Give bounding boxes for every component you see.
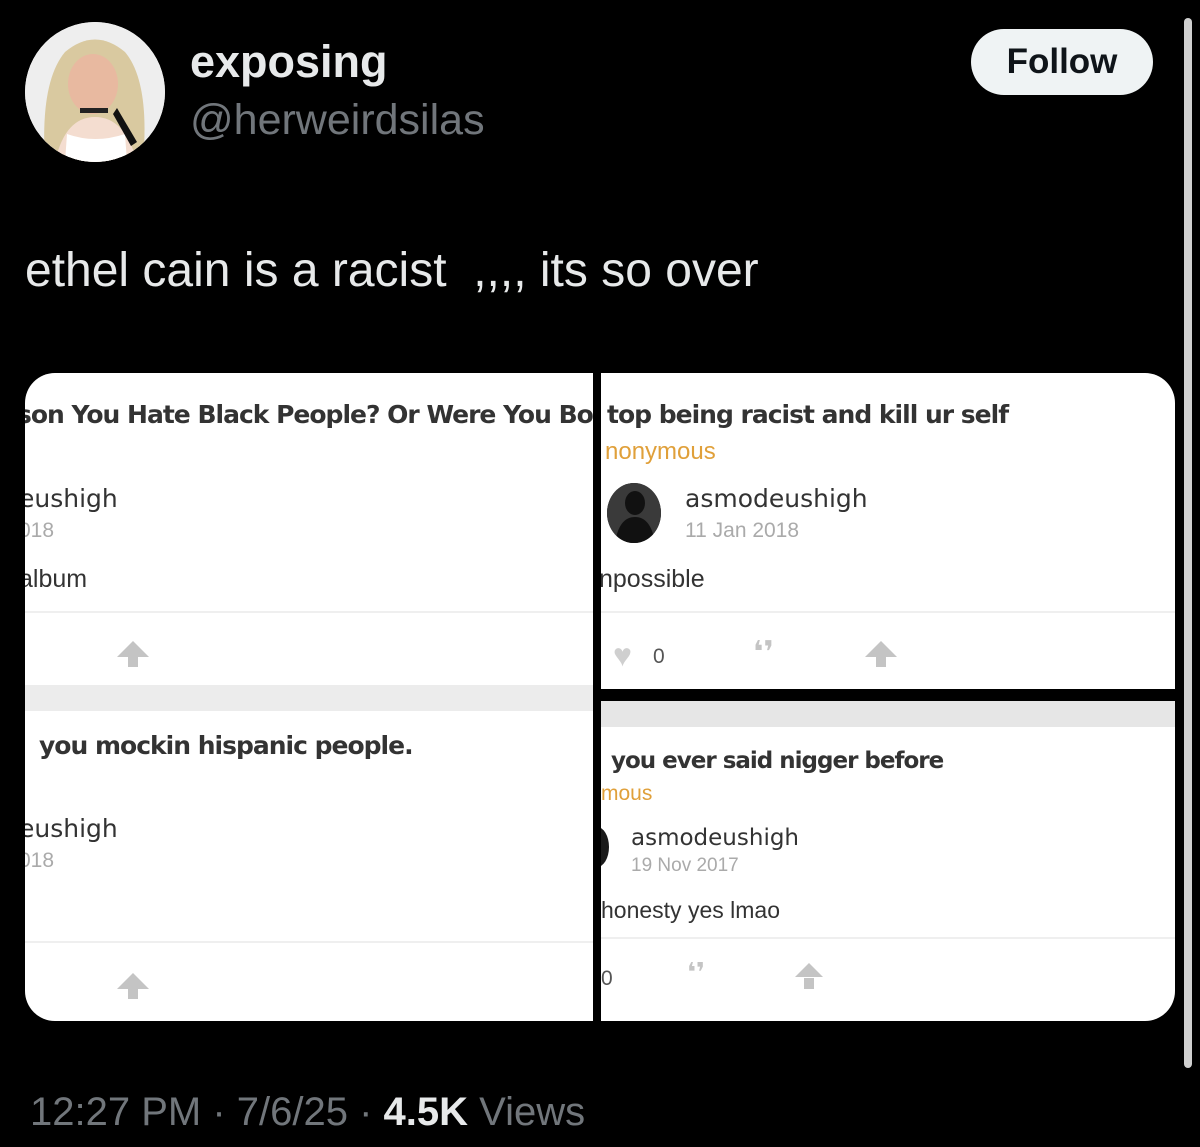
question-text: top being racist and kill ur self [607,400,1009,429]
question-text: you ever said nigger before [611,748,944,774]
views-label: Views [468,1090,586,1134]
divider [601,937,1175,939]
answer-date: 018 [25,849,55,872]
answer-date: 19 Nov 2017 [631,855,739,876]
tweet-date[interactable]: 7/6/25 [237,1090,348,1134]
comment-quote-icon[interactable]: ❛❜ [753,635,774,670]
panel-separator-left [25,685,593,711]
answerer-avatar [601,827,609,867]
share-arrow-icon[interactable] [795,963,823,989]
answer-text: album [25,565,88,593]
answer-date: 11 Jan 2018 [685,519,800,542]
author-handle[interactable]: @herweirdsilas [190,96,485,145]
like-count: 0 [653,645,665,668]
media-divider [593,373,601,1021]
tweet-media-grid[interactable]: son You Hate Black People? Or Were You B… [25,373,1175,1021]
scrollbar[interactable] [1184,18,1192,1068]
answerer-avatar [607,483,661,543]
share-arrow-icon[interactable] [117,641,149,667]
answerer-username: eushigh [25,484,118,513]
share-arrow-icon[interactable] [117,973,149,999]
tweet-text: ethel cain is a racist ,,,, its so over [25,244,759,297]
question-text: you mockin hispanic people. [39,731,414,760]
meta-separator: · [201,1090,237,1134]
like-count: 0 [601,967,613,990]
tweet-meta: 12:27 PM · 7/6/25 · 4.5K Views [30,1090,585,1135]
views-count: 4.5K [383,1090,469,1134]
follow-button[interactable]: Follow [971,29,1153,95]
answerer-username: asmodeushigh [631,825,800,851]
screenshot-panel-bottom-left[interactable]: you mockin hispanic people. eushigh 018 [25,711,593,1021]
divider [25,941,593,943]
screenshot-panel-top-right[interactable]: top being racist and kill ur self nonymo… [601,373,1175,689]
answer-date: 018 [25,519,55,542]
author-avatar[interactable] [25,22,165,162]
divider [25,611,593,613]
screenshot-panel-bottom-right[interactable]: you ever said nigger before mous asmodeu… [601,727,1175,1021]
author-display-name[interactable]: exposing [190,36,388,88]
answer-text: honesty yes lmao [601,897,780,923]
panel-separator-right [601,701,1175,727]
question-text: son You Hate Black People? Or Were You B… [25,400,593,429]
screenshot-panel-top-left[interactable]: son You Hate Black People? Or Were You B… [25,373,593,685]
asker-name: mous [601,782,653,805]
share-arrow-icon[interactable] [865,641,897,667]
heart-icon[interactable]: ♥ [613,639,632,671]
answerer-username: asmodeushigh [685,484,868,513]
comment-quote-icon[interactable]: ❛❜ [687,957,705,988]
avatar-photo [25,22,165,162]
answerer-username: eushigh [25,814,118,843]
meta-separator: · [347,1090,384,1134]
tweet-time[interactable]: 12:27 PM [30,1090,201,1134]
divider [601,611,1175,613]
asker-name: nonymous [605,438,716,465]
answer-text: npossible [601,565,705,593]
